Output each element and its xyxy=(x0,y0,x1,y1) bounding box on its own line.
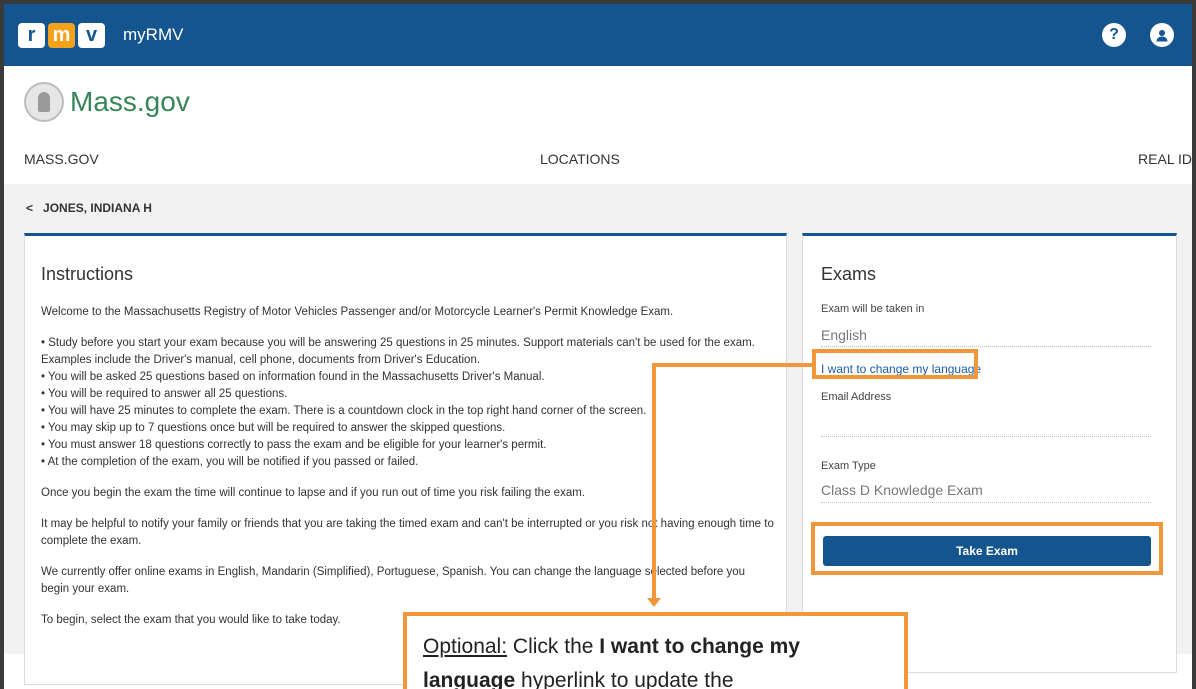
breadcrumb-name: JONES, INDIANA H xyxy=(43,201,152,215)
bullet-item: • You may skip up to 7 questions once bu… xyxy=(41,422,506,434)
bullet-item: • At the completion of the exam, you wil… xyxy=(41,456,419,468)
nav-item-locations[interactable]: LOCATIONS xyxy=(540,151,620,167)
instructions-bullets: • Study before you start your exam becau… xyxy=(41,335,776,471)
back-chevron-icon: < xyxy=(26,201,34,215)
exam-type-value: Class D Knowledge Exam xyxy=(821,482,983,498)
user-icon[interactable] xyxy=(1150,23,1174,47)
exam-type-underline xyxy=(821,502,1151,503)
exams-panel: Exams Exam will be taken in English I wa… xyxy=(802,233,1177,673)
email-field[interactable] xyxy=(821,436,1151,437)
language-value: English xyxy=(821,327,867,343)
instructions-intro: Welcome to the Massachusetts Registry of… xyxy=(41,306,674,318)
screenshot-frame: r m v myRMV ? Mass.gov MASS.GOV LOCATION… xyxy=(4,4,1192,689)
paragraph-notify: It may be helpful to notify your family … xyxy=(41,518,774,547)
instructions-body: Welcome to the Massachusetts Registry of… xyxy=(41,304,776,643)
logo-letter-v: v xyxy=(78,22,105,48)
breadcrumb[interactable]: < JONES, INDIANA H xyxy=(26,201,152,215)
app-name: myRMV xyxy=(123,25,184,44)
annotation-callout: Optional: Click the I want to change my … xyxy=(403,612,908,689)
bullet-item: • You will have 25 minutes to complete t… xyxy=(41,405,647,417)
take-exam-button[interactable]: Take Exam xyxy=(823,536,1151,566)
callout-text-1: Click the xyxy=(507,635,600,658)
nav-item-mass-gov[interactable]: MASS.GOV xyxy=(24,151,99,167)
logo-letter-r: r xyxy=(18,22,45,48)
nav-item-real-id[interactable]: REAL ID xyxy=(1138,151,1192,167)
paragraph-languages: We currently offer online exams in Engli… xyxy=(41,566,746,595)
help-icon[interactable]: ? xyxy=(1102,23,1126,47)
callout-text-2: hyperlink to update the xyxy=(515,669,734,689)
bullet-item: • You will be asked 25 questions based o… xyxy=(41,371,545,383)
language-underline xyxy=(821,346,1151,347)
instructions-title: Instructions xyxy=(41,264,134,284)
bullet-item: • You will be required to answer all 25 … xyxy=(41,388,288,400)
annotation-connector-vertical xyxy=(652,363,656,599)
bullet-item: • You must answer 18 questions correctly… xyxy=(41,439,547,451)
email-label: Email Address xyxy=(821,391,892,403)
change-language-link[interactable]: I want to change my language xyxy=(821,362,981,376)
massachusetts-seal-icon xyxy=(24,82,64,122)
exams-title: Exams xyxy=(821,264,877,284)
brand-name: Mass.gov xyxy=(70,86,190,117)
exam-type-label: Exam Type xyxy=(821,460,876,472)
callout-optional: Optional: xyxy=(423,635,508,658)
top-bar: r m v myRMV ? xyxy=(4,4,1192,66)
annotation-connector-horizontal xyxy=(652,363,814,367)
annotation-arrow-icon xyxy=(647,598,661,607)
paragraph-time: Once you begin the exam the time will co… xyxy=(41,487,585,499)
logo-letter-m: m xyxy=(48,22,75,48)
rmv-logo[interactable]: r m v xyxy=(18,22,105,48)
language-label: Exam will be taken in xyxy=(821,303,925,315)
mass-gov-brand[interactable]: Mass.gov xyxy=(24,82,190,122)
